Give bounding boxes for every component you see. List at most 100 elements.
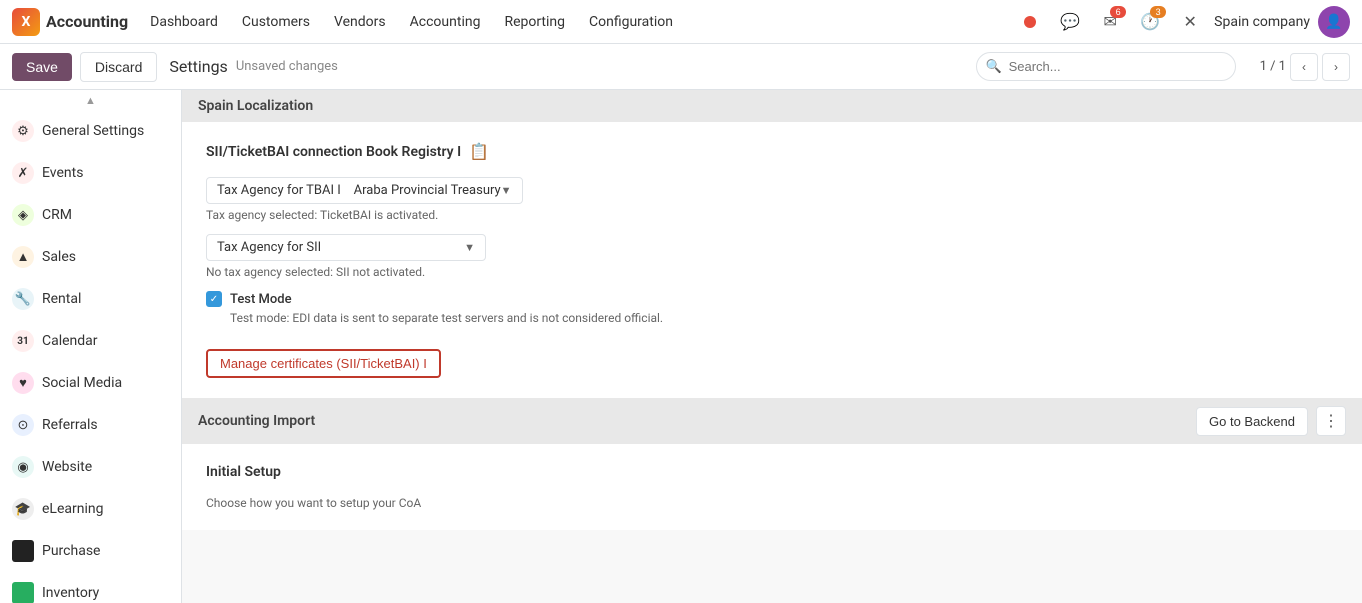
nav-right-actions: 💬 ✉ 6 🕐 3 ✕ Spain company 👤 — [1014, 6, 1350, 38]
tax-agency-tbai-select[interactable]: Tax Agency for TBAI I Araba Provincial T… — [206, 177, 523, 204]
sidebar-item-events[interactable]: ✗ Events — [0, 152, 181, 194]
chat-icon: 💬 — [1060, 12, 1080, 32]
sidebar-label-rental: Rental — [42, 291, 81, 307]
crm-icon: ◈ — [12, 204, 34, 226]
sidebar-item-calendar[interactable]: 31 Calendar — [0, 320, 181, 362]
website-icon: ◉ — [12, 456, 34, 478]
social-media-icon: ♥ — [12, 372, 34, 394]
nav-item-vendors[interactable]: Vendors — [324, 8, 396, 36]
notification-dot-btn[interactable] — [1014, 6, 1046, 38]
sidebar-item-rental[interactable]: 🔧 Rental — [0, 278, 181, 320]
avatar-image: 👤 — [1325, 14, 1342, 30]
settings-icon: ⚙ — [12, 120, 34, 142]
app-title: Accounting — [46, 12, 128, 31]
save-button[interactable]: Save — [12, 53, 72, 81]
discard-button[interactable]: Discard — [80, 52, 157, 82]
sidebar-label-general-settings: General Settings — [42, 123, 144, 139]
accounting-import-section: Accounting Import Go to Backend ⋮ Initia… — [182, 398, 1362, 530]
settings-title: Settings — [169, 57, 227, 76]
sidebar-item-social-media[interactable]: ♥ Social Media — [0, 362, 181, 404]
test-mode-label: Test Mode — [230, 292, 292, 307]
tax-agency-tbai-select-wrapper: Tax Agency for TBAI I Araba Provincial T… — [206, 177, 1338, 204]
search-icon: 🔍 — [986, 59, 1002, 74]
tax-agency-sii-select[interactable]: Tax Agency for SII ▼ — [206, 234, 486, 261]
nav-item-accounting[interactable]: Accounting — [400, 8, 491, 36]
settings-btn[interactable]: ✕ — [1174, 6, 1206, 38]
events-icon: ✗ — [12, 162, 34, 184]
next-page-button[interactable]: › — [1322, 53, 1350, 81]
tax-agency-tbai-arrow-icon: ▼ — [501, 184, 512, 197]
tax-agency-sii-field: Tax Agency for SII ▼ No tax agency selec… — [206, 234, 1338, 279]
toolbar: Save Discard Settings Unsaved changes 🔍 … — [0, 44, 1362, 90]
sidebar-label-inventory: Inventory — [42, 585, 99, 601]
manage-certificates-button[interactable]: Manage certificates (SII/TicketBAI) I — [206, 349, 441, 378]
elearning-icon: 🎓 — [12, 498, 34, 520]
sidebar-item-inventory[interactable]: Inventory — [0, 572, 181, 603]
unsaved-indicator: Unsaved changes — [236, 59, 338, 74]
inventory-icon — [12, 582, 34, 603]
sidebar-label-purchase: Purchase — [42, 543, 100, 559]
sidebar-item-crm[interactable]: ◈ CRM — [0, 194, 181, 236]
sidebar-item-referrals[interactable]: ⊙ Referrals — [0, 404, 181, 446]
sales-icon: ▲ — [12, 246, 34, 268]
nav-item-configuration[interactable]: Configuration — [579, 8, 683, 36]
messages-badge: 6 — [1110, 6, 1126, 18]
company-name[interactable]: Spain company — [1214, 14, 1310, 30]
search-input[interactable] — [976, 52, 1236, 81]
tax-agency-tbai-label-text: Tax Agency for TBAI I Araba Provincial T… — [217, 183, 501, 198]
nav-item-dashboard[interactable]: Dashboard — [140, 8, 228, 36]
activity-btn[interactable]: 🕐 3 — [1134, 6, 1166, 38]
sidebar-label-crm: CRM — [42, 207, 72, 223]
nav-item-customers[interactable]: Customers — [232, 8, 320, 36]
sidebar-label-elearning: eLearning — [42, 501, 103, 517]
messages-btn[interactable]: ✉ 6 — [1094, 6, 1126, 38]
sidebar-item-sales[interactable]: ▲ Sales — [0, 236, 181, 278]
test-mode-checkbox[interactable]: ✓ — [206, 291, 222, 307]
referrals-icon: ⊙ — [12, 414, 34, 436]
test-mode-checkbox-row: ✓ Test Mode — [206, 291, 1338, 307]
logo-icon: X — [12, 8, 40, 36]
spain-localization-section: Spain Localization SII/TicketBAI connect… — [182, 90, 1362, 398]
sidebar-label-events: Events — [42, 165, 83, 181]
go-to-backend-button[interactable]: Go to Backend — [1196, 407, 1308, 436]
search-bar: 🔍 — [976, 52, 1236, 81]
tax-agency-tbai-hint: Tax agency selected: TicketBAI is activa… — [206, 208, 1338, 222]
sidebar-item-general-settings[interactable]: ⚙ General Settings — [0, 110, 181, 152]
tax-agency-tbai-field: Tax Agency for TBAI I Araba Provincial T… — [206, 177, 1338, 222]
kebab-icon: ⋮ — [1323, 411, 1339, 431]
spain-localization-body: SII/TicketBAI connection Book Registry I… — [182, 122, 1362, 398]
sidebar-item-elearning[interactable]: 🎓 eLearning — [0, 488, 181, 530]
kebab-menu-button[interactable]: ⋮ — [1316, 406, 1346, 436]
accounting-import-actions: Go to Backend ⋮ — [1196, 406, 1346, 436]
test-mode-hint: Test mode: EDI data is sent to separate … — [230, 311, 1338, 325]
sidebar: ▲ ⚙ General Settings ✗ Events ◈ CRM ▲ Sa… — [0, 90, 182, 603]
tax-agency-sii-select-wrapper: Tax Agency for SII ▼ — [206, 234, 1338, 261]
user-avatar[interactable]: 👤 — [1318, 6, 1350, 38]
sidebar-item-website[interactable]: ◉ Website — [0, 446, 181, 488]
purchase-icon — [12, 540, 34, 562]
sidebar-item-purchase[interactable]: Purchase — [0, 530, 181, 572]
calendar-icon: 31 — [12, 330, 34, 352]
pagination: 1 / 1 ‹ › — [1260, 53, 1350, 81]
top-navigation: X Accounting Dashboard Customers Vendors… — [0, 0, 1362, 44]
page-info: 1 / 1 — [1260, 59, 1286, 74]
tax-agency-sii-hint: No tax agency selected: SII not activate… — [206, 265, 1338, 279]
activity-badge: 3 — [1150, 6, 1166, 18]
chat-btn[interactable]: 💬 — [1054, 6, 1086, 38]
accounting-import-header: Accounting Import Go to Backend ⋮ — [182, 398, 1362, 444]
sidebar-scroll-up[interactable]: ▲ — [0, 90, 181, 110]
sidebar-label-referrals: Referrals — [42, 417, 98, 433]
spain-localization-header: Spain Localization — [182, 90, 1362, 122]
test-mode-field: ✓ Test Mode Test mode: EDI data is sent … — [206, 291, 1338, 325]
content-area: Spain Localization SII/TicketBAI connect… — [182, 90, 1362, 603]
notification-dot-icon — [1024, 16, 1036, 28]
app-logo[interactable]: X Accounting — [12, 8, 128, 36]
sii-title-text: SII/TicketBAI connection Book Registry I — [206, 144, 461, 160]
nav-item-reporting[interactable]: Reporting — [494, 8, 575, 36]
wrench-icon: ✕ — [1183, 12, 1196, 32]
sidebar-label-social-media: Social Media — [42, 375, 122, 391]
prev-page-button[interactable]: ‹ — [1290, 53, 1318, 81]
accounting-import-body: Initial Setup Choose how you want to set… — [182, 444, 1362, 530]
initial-setup-label: Initial Setup — [206, 464, 281, 480]
spain-localization-title: Spain Localization — [198, 98, 313, 114]
